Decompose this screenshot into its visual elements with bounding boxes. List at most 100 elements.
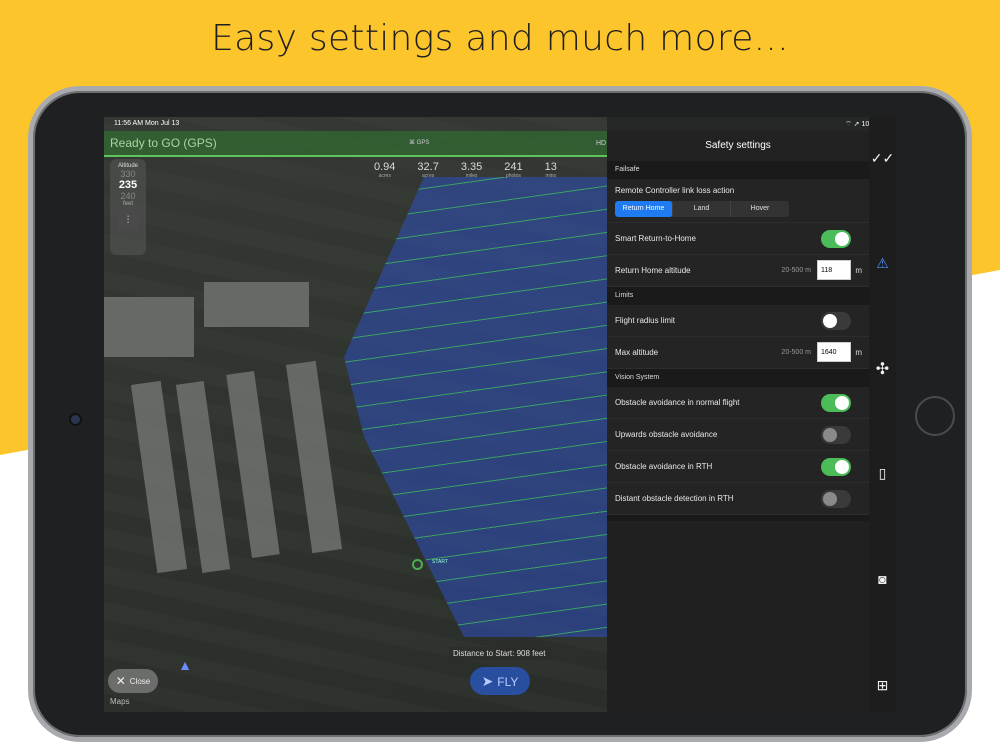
vision-label: Obstacle avoidance in normal flight	[615, 398, 740, 407]
max-altitude-row: Max altitude 20-500 m m	[607, 337, 869, 369]
stat-item: 241 photos	[504, 161, 522, 179]
drone-icon[interactable]: ✣	[869, 359, 896, 379]
checkmarks-icon[interactable]: ✓✓	[869, 150, 896, 167]
home-button[interactable]	[915, 396, 955, 436]
rc-loss-option-return-home[interactable]: Return Home	[615, 201, 673, 217]
satellite-map[interactable]: Ready to GO (GPS) ⌘ GPS HD 0.94 acres 32.…	[104, 117, 607, 712]
flight-path-lines	[344, 177, 607, 637]
compass-icon[interactable]: ▲	[178, 657, 192, 683]
rth-altitude-input[interactable]	[817, 260, 851, 280]
rth-altitude-unit: m	[855, 266, 862, 275]
start-marker[interactable]	[412, 559, 423, 570]
radius-limit-toggle[interactable]	[821, 312, 851, 330]
stat-unit: mins	[545, 173, 557, 179]
maps-credit-text: Maps	[110, 697, 130, 706]
map-building	[204, 282, 309, 327]
panel-title: Safety settings	[607, 131, 869, 161]
warning-icon[interactable]: ⚠	[869, 255, 896, 272]
smart-rth-row: Smart Return-to-Home	[607, 223, 869, 255]
vision-label: Obstacle avoidance in RTH	[615, 462, 713, 471]
failsafe-header: Failsafe	[607, 161, 869, 179]
stat-item: 0.94 acres	[374, 161, 395, 179]
rth-altitude-range: 20-500 m	[781, 267, 811, 274]
stat-value: 241	[504, 161, 523, 173]
map-building	[175, 380, 231, 574]
stat-item: 32.7 acres	[417, 161, 438, 179]
panel-footer	[607, 515, 869, 521]
altitude-value[interactable]: 235	[110, 179, 146, 191]
safety-settings-panel: Safety settings Failsafe Remote Controll…	[607, 131, 869, 712]
rc-loss-option-hover[interactable]: Hover	[731, 201, 789, 217]
stat-item: 13 mins	[545, 161, 557, 179]
gps-indicator: ⌘ GPS	[409, 140, 430, 146]
rc-loss-label: Remote Controller link loss action	[615, 186, 735, 195]
upwards-obstacle-toggle[interactable]	[821, 426, 851, 444]
maps-credit: Maps	[110, 697, 130, 706]
stat-value: 13	[544, 161, 557, 173]
toggle-knob	[823, 428, 837, 442]
max-altitude-label: Max altitude	[615, 348, 659, 357]
start-label: START	[432, 559, 448, 565]
max-altitude-input[interactable]	[817, 342, 851, 362]
smart-rth-label: Smart Return-to-Home	[615, 234, 696, 243]
sliders-icon[interactable]: ⫶	[117, 211, 139, 231]
progress-line	[104, 155, 607, 157]
map-building	[226, 370, 280, 559]
front-camera	[71, 415, 80, 424]
radius-limit-row: Flight radius limit	[607, 305, 869, 337]
gps-label: GPS	[416, 140, 430, 146]
hd-indicator: HD	[596, 140, 607, 147]
distant-obstacle-toggle[interactable]	[821, 490, 851, 508]
altitude-unit: feet	[122, 201, 133, 207]
toggle-knob	[835, 396, 849, 410]
ready-status-bar: Ready to GO (GPS) ⌘ GPS HD	[104, 131, 607, 157]
stat-value: 3.35	[460, 161, 483, 173]
rc-loss-option-land[interactable]: Land	[673, 201, 731, 217]
rth-altitude-row: Return Home altitude 20-500 m m	[607, 255, 869, 287]
camera-icon[interactable]: ◙	[869, 571, 896, 587]
vision-row: Upwards obstacle avoidance	[607, 419, 869, 451]
radius-limit-label: Flight radius limit	[615, 316, 676, 325]
rc-loss-segmented-control: Return Home Land Hover	[615, 201, 789, 217]
send-icon: ➤	[481, 673, 494, 689]
stat-unit: acres	[422, 173, 435, 179]
vision-label: Upwards obstacle avoidance	[615, 430, 718, 439]
vision-row: Distant obstacle detection in RTH	[607, 483, 869, 515]
obstacle-rth-toggle[interactable]	[821, 458, 851, 476]
app-screen: Ready to GO (GPS) ⌘ GPS HD 0.94 acres 32.…	[104, 117, 896, 712]
altitude-above: 330	[120, 169, 136, 179]
obstacle-normal-toggle[interactable]	[821, 394, 851, 412]
map-building	[104, 297, 194, 357]
stat-value: 0.94	[374, 161, 396, 173]
status-bar: 11:56 AM Mon Jul 13 ⌔ ➚ 100% ▭	[104, 117, 896, 131]
fly-button[interactable]: ➤ FLY	[470, 667, 530, 695]
right-toolbar: ✓✓ ⚠ ✣ ▯ ◙ ⊞	[869, 117, 896, 712]
vision-system-header: Vision System	[607, 369, 869, 387]
close-button[interactable]: ✕ Close	[108, 669, 158, 693]
fly-label: FLY	[497, 675, 519, 689]
stat-unit: photos	[505, 173, 521, 179]
close-icon: ✕	[115, 674, 126, 688]
toggle-knob	[835, 460, 849, 474]
stat-item: 3.35 miles	[461, 161, 482, 179]
smart-rth-toggle[interactable]	[821, 230, 851, 248]
stat-unit: acres	[378, 173, 391, 179]
headline: Easy settings and much more...	[211, 18, 789, 59]
vision-row: Obstacle avoidance in normal flight	[607, 387, 869, 419]
date-text: Mon Jul 13	[145, 120, 180, 127]
status-time: 11:56 AM Mon Jul 13	[114, 120, 179, 127]
stat-unit: miles	[465, 173, 478, 179]
vision-label: Distant obstacle detection in RTH	[615, 494, 734, 503]
remote-controller-icon[interactable]: ⊞	[869, 677, 896, 694]
battery-icon[interactable]: ▯	[869, 465, 896, 482]
distance-to-start: Distance to Start: 908 feet	[449, 647, 550, 660]
toggle-knob	[823, 492, 837, 506]
ready-status-text: Ready to GO (GPS)	[110, 136, 217, 150]
mission-stats: 0.94 acres 32.7 acres 3.35 miles 241 photos …	[374, 161, 557, 179]
close-label: Close	[129, 677, 151, 686]
altitude-below: 240	[120, 191, 136, 201]
wifi-icon: ⌔	[845, 121, 852, 128]
rth-altitude-label: Return Home altitude	[615, 266, 691, 275]
map-building	[285, 360, 343, 554]
toggle-knob	[835, 232, 849, 246]
